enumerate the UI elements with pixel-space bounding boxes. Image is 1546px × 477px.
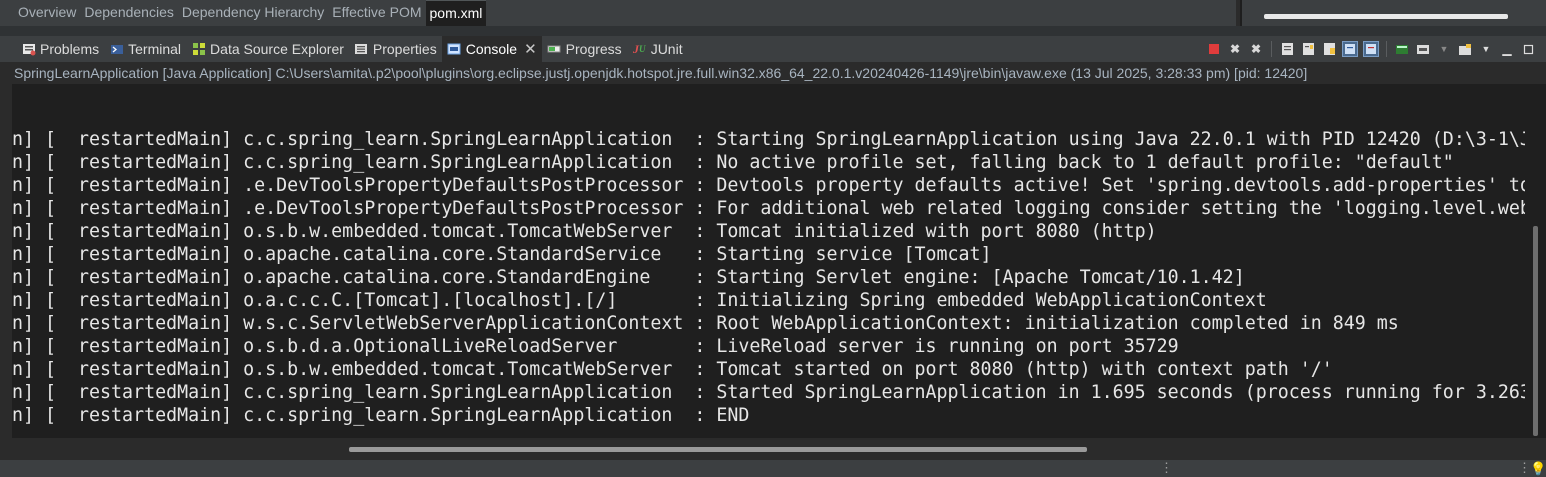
vertical-scroll-thumb[interactable] [1533, 226, 1538, 436]
tab-label: Problems [40, 41, 100, 57]
outline-panel-strip [1240, 0, 1546, 26]
tab-pom-xml[interactable]: pom.xml [425, 0, 487, 27]
console-selector-icon[interactable] [1415, 41, 1431, 57]
tab-dependency-hierarchy[interactable]: Dependency Hierarchy [178, 0, 328, 26]
problems-icon [21, 42, 36, 57]
scroll-lock-icon[interactable] [1279, 41, 1295, 57]
tab-label: Progress [565, 41, 622, 57]
editor-tab-bar: Overview Dependencies Dependency Hierarc… [0, 0, 1236, 27]
console-toolbar: ✖ ✖ ▼ ▼ ▁ [1206, 36, 1536, 62]
remove-launch-icon[interactable]: ✖ [1227, 41, 1243, 57]
toolbar-separator [1271, 41, 1272, 57]
horizontal-scroll-thumb[interactable] [349, 447, 1087, 452]
tab-terminal[interactable]: Terminal [104, 36, 186, 62]
maximize-icon[interactable] [1520, 41, 1536, 57]
remove-all-icon[interactable]: ✖ [1248, 41, 1264, 57]
console-line: n] [ restartedMain] o.apache.catalina.co… [12, 244, 992, 265]
console-icon [447, 42, 462, 57]
tab-properties[interactable]: Properties [349, 36, 442, 62]
console-line: n] [ restartedMain] o.apache.catalina.co… [12, 267, 1245, 288]
console-line: n] [ restartedMain] .e.DevToolsPropertyD… [12, 198, 1525, 219]
console-line: n] [ restartedMain] c.c.spring_learn.Spr… [12, 129, 1525, 150]
properties-icon [354, 42, 369, 57]
console-line: n] [ restartedMain] c.c.spring_learn.Spr… [12, 382, 1525, 403]
tab-overview[interactable]: Overview [14, 0, 80, 26]
progress-icon [547, 42, 562, 57]
console-lines: n] [ restartedMain] c.c.spring_learn.Spr… [12, 128, 1525, 427]
tab-console[interactable]: Console ✕ [441, 36, 542, 62]
tab-label: Terminal [128, 41, 182, 57]
tab-problems[interactable]: Problems [16, 36, 104, 62]
left-gutter [0, 84, 12, 460]
tab-data-source-explorer[interactable]: Data Source Explorer [186, 36, 349, 62]
lightbulb-icon[interactable]: 💡 [1530, 461, 1546, 477]
terminal-icon [109, 42, 124, 57]
console-line: n] [ restartedMain] o.s.b.w.embedded.tom… [12, 359, 1333, 380]
junit-icon: JU [632, 41, 646, 56]
console-line: n] [ restartedMain] o.s.b.w.embedded.tom… [12, 221, 1157, 242]
console-process-label: SpringLearnApplication [Java Application… [0, 62, 1546, 84]
tab-dependencies[interactable]: Dependencies [80, 0, 178, 26]
tab-junit[interactable]: JU JUnit [627, 36, 688, 62]
status-bar-handle-icon[interactable]: ⋮ [1160, 461, 1173, 475]
console-line: n] [ restartedMain] o.a.c.c.C.[Tomcat].[… [12, 290, 1267, 311]
tab-label: JUnit [650, 41, 683, 57]
terminate-icon[interactable] [1206, 41, 1222, 57]
chevron-down-icon[interactable]: ▼ [1436, 41, 1452, 57]
data-source-icon [191, 42, 206, 57]
show-on-stdout-icon[interactable] [1342, 41, 1358, 57]
toolbar-separator [1386, 41, 1387, 57]
tab-progress[interactable]: Progress [542, 36, 627, 62]
console-line: n] [ restartedMain] .e.DevToolsPropertyD… [12, 175, 1525, 196]
outline-scrollbar[interactable] [1264, 14, 1508, 19]
close-icon[interactable]: ✕ [524, 40, 537, 58]
tab-label: Data Source Explorer [210, 41, 344, 57]
console-line: n] [ restartedMain] c.c.spring_learn.Spr… [12, 405, 750, 426]
console-line: n] [ restartedMain] o.s.b.d.a.OptionalLi… [12, 336, 1179, 357]
console-output[interactable]: n] [ restartedMain] c.c.spring_learn.Spr… [12, 84, 1525, 438]
tab-label: Console [465, 41, 518, 57]
status-bar: ⋮ ⋮ 💡 [0, 460, 1546, 477]
tab-effective-pom[interactable]: Effective POM [328, 0, 425, 26]
tab-label: Properties [372, 41, 437, 57]
word-wrap-icon[interactable] [1300, 41, 1316, 57]
console-line: n] [ restartedMain] c.c.spring_learn.Spr… [12, 152, 1454, 173]
sash[interactable] [0, 26, 1546, 36]
show-on-stderr-icon[interactable] [1363, 41, 1379, 57]
pin-console-icon[interactable] [1321, 41, 1337, 57]
open-console-icon[interactable] [1457, 41, 1473, 57]
chevron-down-icon[interactable]: ▼ [1478, 41, 1494, 57]
minimize-icon[interactable]: ▁ [1499, 41, 1515, 57]
console-line: n] [ restartedMain] w.s.c.ServletWebServ… [12, 313, 1399, 334]
display-console-icon[interactable] [1394, 41, 1410, 57]
